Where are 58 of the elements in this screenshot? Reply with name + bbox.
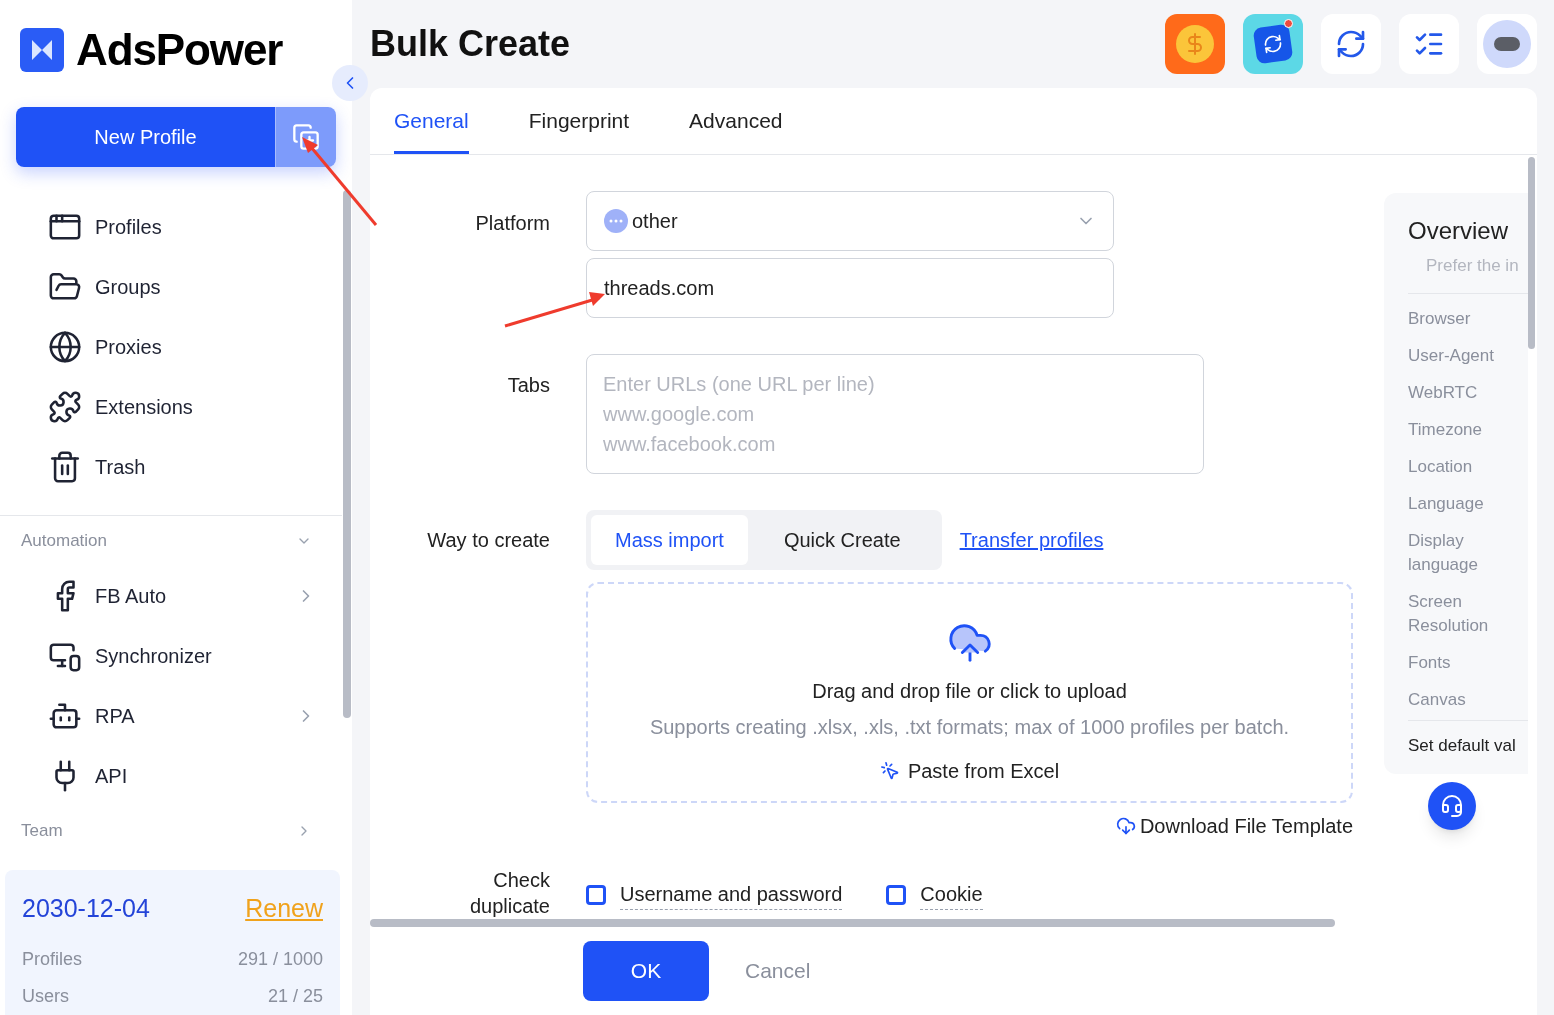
cloud-download-icon — [1115, 816, 1136, 836]
ok-button[interactable]: OK — [583, 941, 709, 1001]
list-icon[interactable] — [1399, 14, 1459, 74]
logo-icon — [20, 28, 64, 72]
checkbox-option[interactable]: Username and password — [586, 879, 843, 910]
platform-select[interactable]: other — [586, 191, 1114, 251]
expiry-date: 2030-12-04 — [22, 893, 150, 924]
tab[interactable]: General — [394, 88, 469, 154]
nav-icon — [48, 390, 82, 424]
field-label: Platform — [474, 211, 550, 236]
add-copy-icon — [292, 123, 320, 151]
paste-button[interactable]: Paste from Excel — [879, 756, 1060, 786]
page-title: Bulk Create — [370, 22, 571, 66]
support-button[interactable] — [1428, 782, 1476, 830]
sidebar-item[interactable]: API — [0, 746, 352, 806]
sidebar-item[interactable]: Groups — [0, 257, 352, 317]
sidebar-item[interactable]: FB Auto — [0, 566, 352, 626]
upload-hint: Supports creating .xlsx, .xls, .txt formats; max of 1000 profiles per batch. — [649, 715, 1290, 740]
segment-option[interactable]: Quick Create — [747, 515, 937, 565]
coin-icon[interactable] — [1165, 14, 1225, 74]
checkbox[interactable] — [886, 884, 907, 905]
sidebar-item[interactable]: Trash — [0, 437, 352, 497]
url-field[interactable]: threads.com — [586, 258, 1114, 318]
tabs-field[interactable]: Enter URLs (one URL per line) www.google.com www.facebook.com — [586, 354, 1204, 474]
transfer-link[interactable]: Transfer profiles — [959, 525, 1104, 555]
field-label: Check duplicate — [468, 868, 550, 919]
overview-title: Overview — [1408, 216, 1510, 246]
checkbox-option[interactable]: Cookie — [886, 879, 983, 910]
field-label: Way to create — [426, 528, 550, 553]
nav-icon — [48, 450, 82, 484]
refresh-app-icon[interactable] — [1243, 14, 1303, 74]
app-name: AdsPower — [76, 24, 283, 76]
download-link[interactable]: Download File Template — [1115, 811, 1353, 841]
more-icon — [604, 209, 628, 233]
tab[interactable]: Fingerprint — [528, 88, 630, 154]
stat-label: Profiles — [22, 947, 83, 971]
upload-area[interactable]: Drag and drop file or click to upload Supports creating .xlsx, .xls, .txt formats; max of 1000 profiles per batch. Paste from Excel — [586, 582, 1353, 803]
sidebar-item[interactable]: Extensions — [0, 377, 352, 437]
sidebar-item[interactable]: RPA — [0, 686, 352, 746]
batch-create-button[interactable] — [275, 107, 336, 167]
stat-value: 21 / 25 — [267, 984, 323, 1008]
stat-label: Users — [22, 984, 69, 1008]
cursor-icon — [879, 761, 900, 781]
checkbox[interactable] — [586, 884, 606, 905]
sidebar-item[interactable]: Synchronizer — [0, 626, 352, 686]
upload-title: Drag and drop file or click to upload — [812, 679, 1127, 704]
nav-icon — [48, 330, 82, 364]
overview-subtitle: Prefer the in — [1426, 255, 1520, 277]
field-label: Tabs — [506, 373, 550, 398]
sidebar-item[interactable]: Profiles — [0, 197, 352, 257]
headset-icon — [1440, 794, 1464, 818]
segment-option[interactable]: Mass import — [591, 515, 748, 565]
tab[interactable]: Advanced — [689, 88, 783, 154]
new-profile-button[interactable]: New Profile — [16, 107, 275, 167]
overview-footer[interactable]: Set default val — [1408, 732, 1528, 758]
avatar[interactable] — [1477, 14, 1537, 74]
sidebar-item[interactable]: Proxies — [0, 317, 352, 377]
stat-value: 291 / 1000 — [237, 947, 323, 971]
